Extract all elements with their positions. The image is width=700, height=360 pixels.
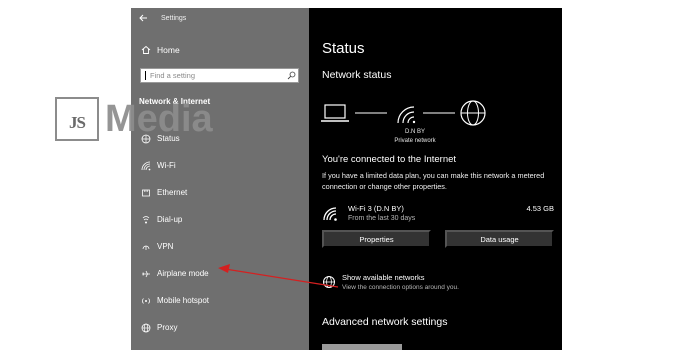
show-networks-title: Show available networks	[342, 273, 425, 282]
search-icon[interactable]	[284, 71, 298, 80]
sidebar-item-mobile-hotspot[interactable]: Mobile hotspot	[131, 287, 309, 314]
search-input[interactable]: Find a setting	[140, 68, 299, 83]
wifi-icon	[139, 161, 153, 171]
network-type: Private network	[394, 138, 436, 144]
home-icon	[139, 45, 153, 55]
status-icon	[139, 134, 153, 144]
wifi-period: From the last 30 days	[348, 215, 416, 222]
sidebar-item-vpn[interactable]: VPN	[131, 233, 309, 260]
show-available-networks-link[interactable]: Show available networks View the connect…	[322, 273, 554, 297]
ethernet-icon	[139, 188, 153, 198]
sidebar-item-label: Status	[157, 134, 180, 143]
globe-icon	[139, 323, 153, 333]
wifi-signal-icon	[397, 106, 416, 124]
show-networks-subtitle: View the connection options around you.	[342, 284, 459, 291]
sidebar-item-proxy[interactable]: Proxy	[131, 314, 309, 341]
sidebar-nav: Status Wi-Fi Ethernet Dial-up VPN Airpla…	[131, 125, 309, 341]
sidebar-item-label: Proxy	[157, 323, 178, 332]
dialup-icon	[139, 215, 153, 225]
wifi-name: Wi-Fi 3 (D.N BY)	[348, 204, 404, 213]
wifi-icon	[322, 206, 338, 222]
watermark-logo-box: JS	[55, 97, 99, 141]
watermark-logo-text: JS	[69, 113, 86, 132]
page-title: Status	[322, 40, 365, 57]
wifi-usage: 4.53 GB	[526, 204, 554, 213]
sidebar-item-label: Mobile hotspot	[157, 296, 210, 305]
connected-description: If you have a limited data plan, you can…	[322, 171, 545, 191]
sidebar-item-wifi[interactable]: Wi-Fi	[131, 152, 309, 179]
sidebar-item-label: Wi-Fi	[157, 161, 176, 170]
sidebar-item-label: Ethernet	[157, 188, 188, 197]
data-usage-button[interactable]: Data usage	[445, 230, 554, 248]
search-placeholder: Find a setting	[150, 71, 196, 80]
sidebar-item-label: Dial-up	[157, 215, 183, 224]
section-heading: Network & Internet	[139, 97, 211, 106]
network-status-heading: Network status	[322, 69, 392, 81]
back-arrow-icon	[138, 14, 147, 22]
advanced-settings-heading: Advanced network settings	[322, 316, 448, 328]
sidebar-item-label: Home	[157, 45, 180, 55]
sidebar-item-dialup[interactable]: Dial-up	[131, 206, 309, 233]
sidebar-item-ethernet[interactable]: Ethernet	[131, 179, 309, 206]
sidebar-item-label: Airplane mode	[157, 269, 209, 278]
title-bar: Settings	[131, 8, 309, 28]
internet-globe-icon	[460, 100, 486, 126]
network-name: D.N BY	[404, 129, 425, 135]
laptop-icon	[321, 104, 349, 122]
back-button[interactable]	[131, 8, 155, 28]
sidebar-item-home[interactable]: Home	[139, 43, 180, 57]
connected-heading: You're connected to the Internet	[322, 154, 457, 165]
network-globe-icon	[322, 275, 336, 289]
window-title: Settings	[161, 14, 187, 22]
airplane-icon	[139, 269, 153, 279]
main-panel: Status Network status D.N BY Private net…	[309, 8, 562, 350]
wifi-connection-row: Wi-Fi 3 (D.N BY) From the last 30 days 4…	[322, 204, 554, 226]
sidebar-item-label: VPN	[157, 242, 174, 251]
sidebar: Settings Home Find a setting Network & I…	[131, 8, 309, 350]
vpn-icon	[139, 242, 153, 252]
settings-window: Settings Home Find a setting Network & I…	[131, 8, 562, 350]
properties-button[interactable]: Properties	[322, 230, 431, 248]
sidebar-item-airplane-mode[interactable]: Airplane mode	[131, 260, 309, 287]
hotspot-icon	[139, 296, 153, 306]
sidebar-item-status[interactable]: Status	[131, 125, 309, 152]
cutoff-item	[322, 344, 402, 350]
network-diagram: D.N BY Private network	[309, 96, 562, 151]
